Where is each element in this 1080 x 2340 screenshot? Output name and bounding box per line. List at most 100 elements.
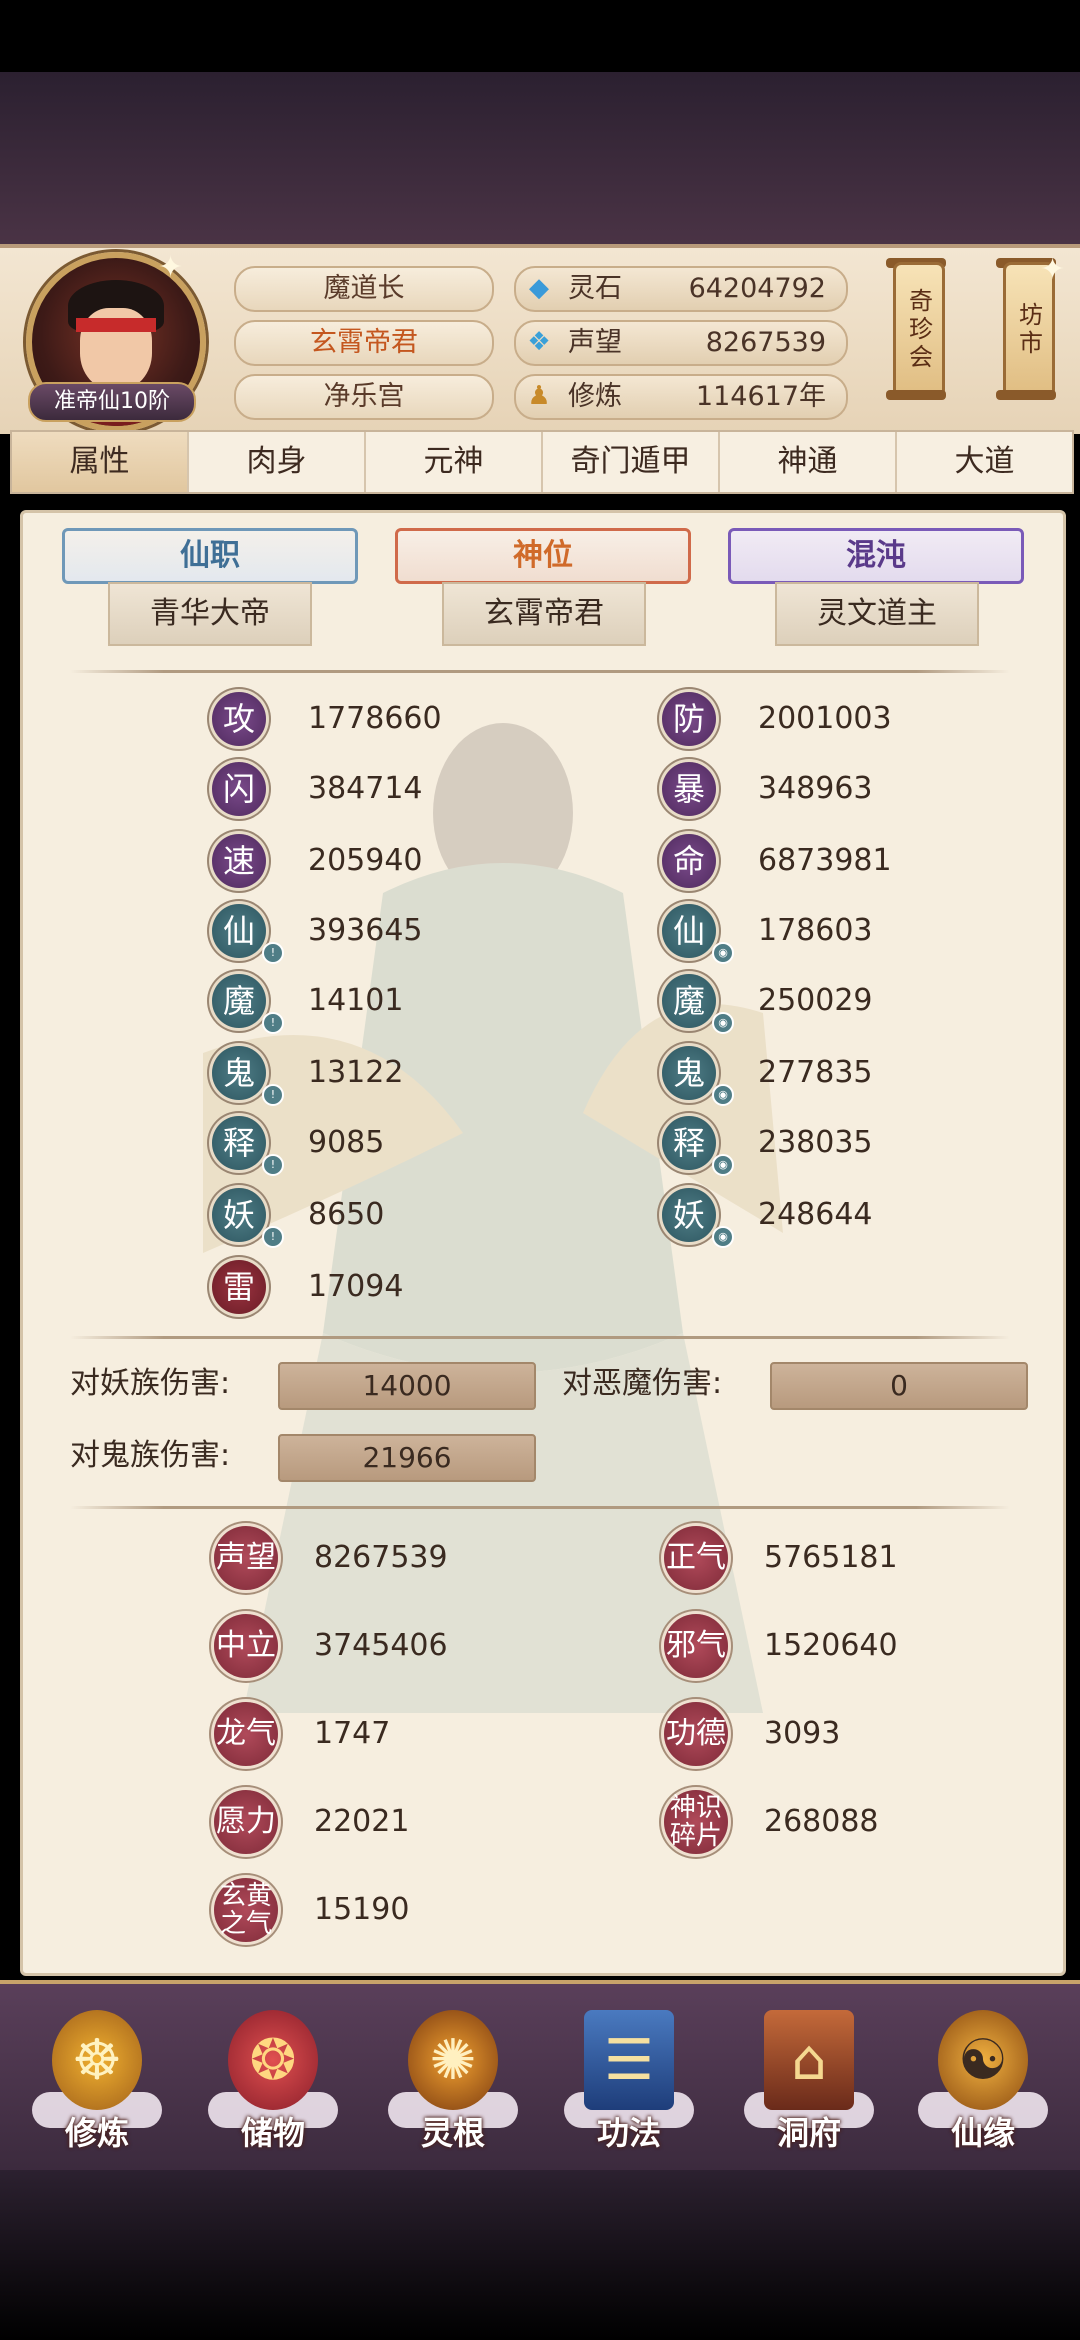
- nav-label: 灵根: [420, 2114, 485, 2152]
- rank-tag-label: 混沌: [846, 538, 906, 573]
- tab-great-dao[interactable]: 大道: [897, 432, 1072, 492]
- evil-qi-badge: 邪气: [664, 1614, 728, 1678]
- nav-cave-dwelling[interactable]: ⌂ 洞府: [734, 2000, 884, 2160]
- nav-spirit-root[interactable]: ✺ 灵根: [378, 2000, 528, 2160]
- tab-body[interactable]: 肉身: [189, 432, 366, 492]
- attack-mark-icon: !: [262, 942, 284, 964]
- stat-dodge-icon: 闪: [212, 762, 266, 816]
- tab-qimen-dunjia[interactable]: 奇门遁甲: [543, 432, 720, 492]
- stat-attack-value: 1778660: [308, 701, 442, 736]
- stat-dodge-value: 384714: [308, 771, 423, 806]
- stat-ghost-defense-value: 277835: [758, 1055, 873, 1090]
- willpower-value: 22021: [314, 1804, 410, 1839]
- stat-ghost-attack-value: 13122: [308, 1055, 404, 1090]
- stat-thunder-icon: 雷: [212, 1260, 266, 1314]
- nav-label: 储物: [240, 2114, 305, 2152]
- spirit-stone-icon: ◆: [529, 273, 549, 303]
- section-divider: [70, 1506, 1010, 1509]
- resource-reputation: ❖ 声望 8267539: [514, 320, 848, 366]
- rank-tag-immortal-post: 仙职: [62, 528, 358, 584]
- nav-label: 修炼: [64, 2114, 129, 2152]
- storage-bag-icon: ❂: [228, 2010, 318, 2110]
- dragon-qi-value: 1747: [314, 1716, 391, 1751]
- treasure-fair-button[interactable]: 奇珍会: [893, 262, 945, 398]
- cultivation-icon: ♟: [527, 381, 551, 411]
- bottom-strip: [0, 2170, 1080, 2340]
- rank-name-divine-position: 玄霄帝君: [442, 582, 646, 646]
- merit-badge: 功德: [664, 1702, 728, 1766]
- sparkle-icon: ✦: [1040, 252, 1066, 287]
- stat-crit-icon: 暴: [662, 762, 716, 816]
- neutral-value: 3745406: [314, 1628, 448, 1663]
- stat-speed-value: 205940: [308, 843, 423, 878]
- vs-evil-demon-value: 0: [770, 1362, 1028, 1410]
- stat-buddha-defense-value: 238035: [758, 1125, 873, 1160]
- shield-mark-icon: ◉: [712, 1084, 734, 1106]
- vs-ghost-race-value: 21966: [278, 1434, 536, 1482]
- xuanhuang-qi-value: 15190: [314, 1892, 410, 1927]
- rank-name-chaos: 灵文道主: [775, 582, 979, 646]
- stat-monster-attack-value: 8650: [308, 1197, 385, 1232]
- scroll-cap: [996, 390, 1056, 400]
- stat-buddha-attack-icon: 释: [212, 1116, 266, 1170]
- stat-buddha-attack-value: 9085: [308, 1125, 385, 1160]
- nav-technique[interactable]: ☰ 功法: [554, 2000, 704, 2160]
- stat-immortal-defense-icon: 仙: [662, 904, 716, 958]
- rank-tag-label: 仙职: [180, 538, 240, 573]
- resource-cultivation: ♟ 修炼 114617年: [514, 374, 848, 420]
- resource-label: 修炼: [568, 381, 622, 412]
- scroll-cap: [886, 390, 946, 400]
- evil-qi-value: 1520640: [764, 1628, 898, 1663]
- tab-divine-powers[interactable]: 神通: [720, 432, 897, 492]
- stat-immortal-defense-value: 178603: [758, 913, 873, 948]
- rank-name-immortal-post: 青华大帝: [108, 582, 312, 646]
- stat-defense-value: 2001003: [758, 701, 892, 736]
- player-deity-title: 玄霄帝君: [234, 320, 494, 366]
- cave-dwelling-icon: ⌂: [764, 2010, 854, 2110]
- righteous-qi-badge: 正气: [664, 1526, 728, 1590]
- stat-defense-icon: 防: [662, 692, 716, 746]
- gourd-icon: ☯: [938, 2010, 1028, 2110]
- tab-primordial-spirit[interactable]: 元神: [366, 432, 543, 492]
- stat-life-value: 6873981: [758, 843, 892, 878]
- stat-demon-attack-icon: 魔: [212, 974, 266, 1028]
- righteous-qi-value: 5765181: [764, 1540, 898, 1575]
- dragon-qi-badge: 龙气: [214, 1702, 278, 1766]
- shield-mark-icon: ◉: [712, 1154, 734, 1176]
- spirit-root-icon: ✺: [408, 2010, 498, 2110]
- rank-tag-label: 神位: [513, 538, 573, 573]
- avatar-headband: [76, 318, 156, 332]
- stat-speed-icon: 速: [212, 834, 266, 888]
- resource-value: 114617年: [695, 381, 826, 412]
- resource-label: 灵石: [568, 273, 622, 304]
- top-decoration: [0, 72, 1080, 244]
- merit-value: 3093: [764, 1716, 841, 1751]
- stat-immortal-attack-icon: 仙: [212, 904, 266, 958]
- attributes-panel: [20, 510, 1066, 1976]
- tab-attributes[interactable]: 属性: [12, 432, 189, 492]
- stat-monster-defense-value: 248644: [758, 1197, 873, 1232]
- stat-demon-defense-icon: 魔: [662, 974, 716, 1028]
- reputation-icon: ❖: [527, 327, 551, 357]
- stat-demon-attack-value: 14101: [308, 983, 404, 1018]
- shield-mark-icon: ◉: [712, 1012, 734, 1034]
- vs-demon-race-value: 14000: [278, 1362, 536, 1410]
- resource-value: 64204792: [688, 273, 826, 304]
- stat-ghost-defense-icon: 鬼: [662, 1046, 716, 1100]
- technique-book-icon: ☰: [584, 2010, 674, 2110]
- stat-ghost-attack-icon: 鬼: [212, 1046, 266, 1100]
- rank-tag-chaos: 混沌: [728, 528, 1024, 584]
- stat-buddha-defense-icon: 释: [662, 1116, 716, 1170]
- stat-attack-icon: 攻: [212, 692, 266, 746]
- player-sect: 净乐宫: [234, 374, 494, 420]
- stat-immortal-attack-value: 393645: [308, 913, 423, 948]
- nav-storage[interactable]: ❂ 储物: [198, 2000, 348, 2160]
- vs-evil-demon-label: 对恶魔伤害:: [562, 1366, 723, 1401]
- nav-immortal-fate[interactable]: ☯ 仙缘: [908, 2000, 1058, 2160]
- stat-monster-defense-icon: 妖: [662, 1188, 716, 1242]
- status-bar-area: [0, 0, 1080, 72]
- sparkle-icon: ✦: [158, 250, 184, 285]
- nav-cultivate[interactable]: ☸ 修炼: [22, 2000, 172, 2160]
- nav-label: 仙缘: [950, 2114, 1015, 2152]
- resource-spirit-stone: ◆ 灵石 64204792: [514, 266, 848, 312]
